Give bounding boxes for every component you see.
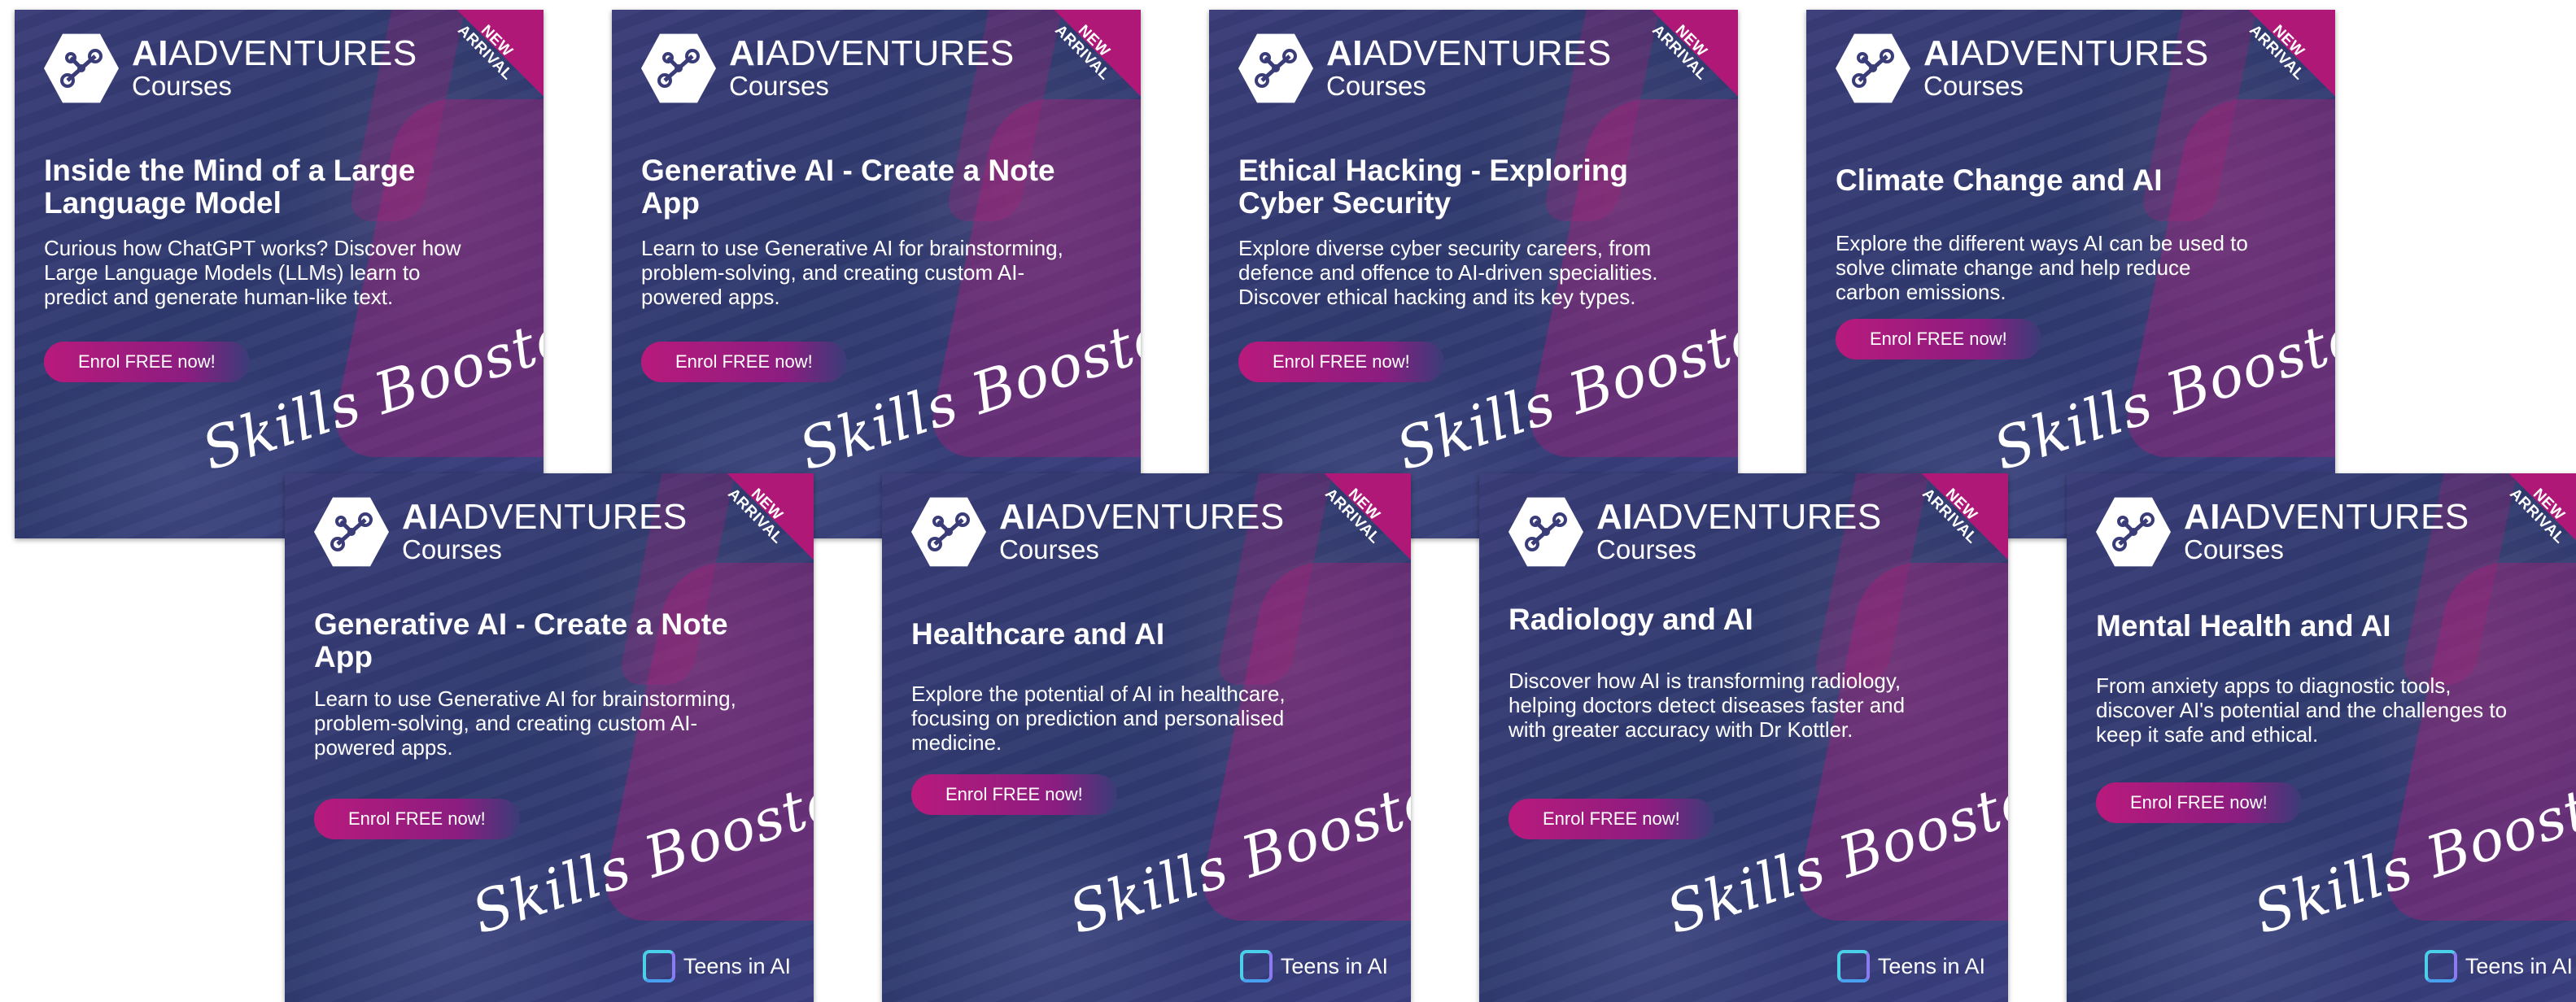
course-title: Generative AI - Create a Note App xyxy=(641,154,1055,220)
ai-adventures-logo: AIADVENTURES Courses xyxy=(1508,494,1882,569)
teens-in-ai-icon xyxy=(1239,950,1273,982)
teens-in-ai-logo: Teens in AI xyxy=(642,950,791,982)
network-hex-icon xyxy=(44,33,119,103)
network-hex-icon xyxy=(1836,33,1910,103)
enrol-button[interactable]: Enrol FREE now! xyxy=(641,342,847,382)
brand-subtitle: Courses xyxy=(2184,534,2284,564)
course-card-healthcare: NEW ARRIVAL AIADVENTURES Courses Healthc… xyxy=(882,473,1411,1002)
brand-subtitle: Courses xyxy=(999,534,1099,564)
course-title: Climate Change and AI xyxy=(1836,163,2163,197)
course-description: Learn to use Generative AI for brainstor… xyxy=(641,236,1063,309)
partner-name: Teens in AI xyxy=(1877,953,1985,978)
course-card-climate-change: NEW ARRIVAL AIADVENTURES Courses Climate… xyxy=(1806,10,2335,538)
brand-name: AIADVENTURES xyxy=(1596,497,1882,537)
course-description: Explore diverse cyber security careers, … xyxy=(1238,236,1658,309)
brand-name: AIADVENTURES xyxy=(402,497,688,537)
course-title: Ethical Hacking - Exploring Cyber Securi… xyxy=(1238,154,1629,220)
brand-subtitle: Courses xyxy=(729,71,829,101)
course-title: Inside the Mind of a Large Language Mode… xyxy=(44,154,416,220)
network-hex-icon xyxy=(1238,33,1313,103)
enrol-button[interactable]: Enrol FREE now! xyxy=(314,799,520,839)
course-card-generative-ai-2: NEW ARRIVAL AIADVENTURES Courses Generat… xyxy=(285,473,814,1002)
course-description: From anxiety apps to diagnostic tools, d… xyxy=(2096,673,2508,747)
brand-name: AIADVENTURES xyxy=(132,33,417,73)
ai-adventures-logo: AIADVENTURES Courses xyxy=(911,494,1285,569)
teens-in-ai-icon xyxy=(642,950,675,982)
teens-in-ai-logo: Teens in AI xyxy=(2424,950,2573,982)
brand-subtitle: Courses xyxy=(402,534,502,564)
enrol-button[interactable]: Enrol FREE now! xyxy=(1508,799,1714,839)
network-hex-icon xyxy=(314,497,389,567)
enrol-button[interactable]: Enrol FREE now! xyxy=(1836,319,2041,359)
brand-subtitle: Courses xyxy=(1596,534,1696,564)
course-title: Healthcare and AI xyxy=(911,617,1165,651)
enrol-button[interactable]: Enrol FREE now! xyxy=(44,342,250,382)
brand-name: AIADVENTURES xyxy=(1923,33,2209,73)
course-card-ethical-hacking: NEW ARRIVAL AIADVENTURES Courses Ethical… xyxy=(1209,10,1738,538)
course-description: Discover how AI is transforming radiolog… xyxy=(1508,669,1906,742)
course-title: Generative AI - Create a Note App xyxy=(314,608,728,673)
network-hex-icon xyxy=(2096,497,2171,567)
course-description: Explore the different ways AI can be use… xyxy=(1836,231,2248,304)
enrol-button[interactable]: Enrol FREE now! xyxy=(911,774,1117,815)
network-hex-icon xyxy=(1508,497,1583,567)
course-title: Mental Health and AI xyxy=(2096,609,2391,643)
ai-adventures-logo: AIADVENTURES Courses xyxy=(641,31,1015,106)
network-hex-icon xyxy=(641,33,716,103)
course-card-mental-health: NEW ARRIVAL AIADVENTURES Courses Mental … xyxy=(2067,473,2576,1002)
course-card-generative-ai: NEW ARRIVAL AIADVENTURES Courses Generat… xyxy=(612,10,1141,538)
brand-subtitle: Courses xyxy=(132,71,232,101)
teens-in-ai-icon xyxy=(1836,950,1870,982)
ai-adventures-logo: AIADVENTURES Courses xyxy=(1836,31,2209,106)
brand-subtitle: Courses xyxy=(1326,71,1426,101)
brand-name: AIADVENTURES xyxy=(729,33,1015,73)
course-title: Radiology and AI xyxy=(1508,603,1753,636)
ai-adventures-logo: AIADVENTURES Courses xyxy=(314,494,688,569)
course-description: Learn to use Generative AI for brainstor… xyxy=(314,686,736,760)
network-hex-icon xyxy=(911,497,986,567)
ai-adventures-logo: AIADVENTURES Courses xyxy=(2096,494,2469,569)
ai-adventures-logo: AIADVENTURES Courses xyxy=(44,31,417,106)
enrol-button[interactable]: Enrol FREE now! xyxy=(2096,782,2302,823)
enrol-button[interactable]: Enrol FREE now! xyxy=(1238,342,1444,382)
teens-in-ai-logo: Teens in AI xyxy=(1239,950,1388,982)
partner-name: Teens in AI xyxy=(683,953,791,978)
brand-name: AIADVENTURES xyxy=(999,497,1285,537)
course-card-radiology: NEW ARRIVAL AIADVENTURES Courses Radiolo… xyxy=(1479,473,2008,1002)
teens-in-ai-icon xyxy=(2424,950,2457,982)
brand-name: AIADVENTURES xyxy=(2184,497,2469,537)
ai-adventures-logo: AIADVENTURES Courses xyxy=(1238,31,1612,106)
teens-in-ai-logo: Teens in AI xyxy=(1836,950,1985,982)
brand-name: AIADVENTURES xyxy=(1326,33,1612,73)
course-description: Curious how ChatGPT works? Discover how … xyxy=(44,236,461,309)
brand-subtitle: Courses xyxy=(1923,71,2024,101)
partner-name: Teens in AI xyxy=(1280,953,1388,978)
course-description: Explore the potential of AI in healthcar… xyxy=(911,682,1286,755)
course-card-llm: NEW ARRIVAL AIADVENTURES Courses Inside … xyxy=(15,10,544,538)
partner-name: Teens in AI xyxy=(2465,953,2573,978)
